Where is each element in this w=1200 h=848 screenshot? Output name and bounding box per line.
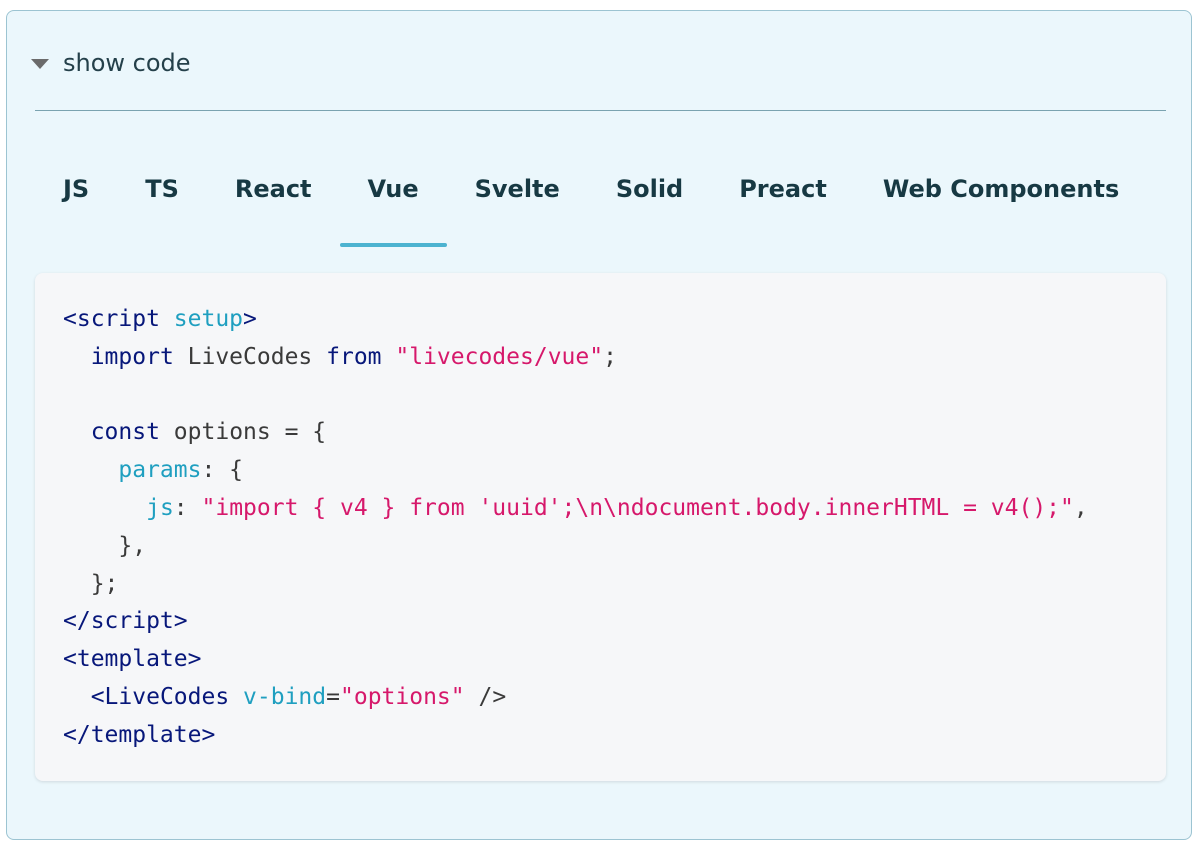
caret-down-icon [31, 59, 49, 69]
code-token: v-bind [243, 683, 327, 710]
code-line: }, [63, 528, 1166, 566]
tab-vue[interactable]: Vue [339, 161, 447, 247]
code-line: <script setup> [63, 301, 1166, 339]
show-code-label: show code [63, 49, 191, 77]
code-token: const [90, 419, 160, 446]
code-line: params: { [63, 452, 1166, 490]
code-token: /> [464, 683, 507, 710]
code-token: setup [173, 306, 244, 332]
code-token: ; [603, 343, 617, 370]
code-token: > [201, 721, 216, 748]
code-block: <script setup> import LiveCodes from "li… [35, 273, 1166, 781]
code-line: const options = { [63, 414, 1166, 452]
code-line: </script> [63, 603, 1166, 641]
code-token: > [187, 646, 202, 673]
code-token: <LiveCodes [90, 683, 230, 710]
code-line: ​ [63, 377, 1166, 415]
code-token: from [326, 343, 382, 370]
code-token: : [173, 494, 202, 521]
tab-js[interactable]: JS [35, 161, 117, 247]
code-token: }, [63, 532, 147, 559]
code-token: js [146, 494, 174, 521]
code-token: }; [63, 570, 119, 597]
code-token: , [1073, 494, 1088, 521]
tab-preact[interactable]: Preact [711, 161, 855, 247]
divider [35, 110, 1166, 111]
code-token: </script [63, 608, 174, 635]
code-line: <template> [63, 641, 1166, 679]
tab-ts[interactable]: TS [117, 161, 207, 247]
tab-solid[interactable]: Solid [588, 161, 711, 247]
code-line: js: "import { v4 } from 'uuid';\n\ndocum… [63, 490, 1166, 528]
code-token: > [173, 608, 188, 635]
code-token: </template [63, 721, 202, 748]
code-token: <script [63, 306, 160, 332]
code-token: "livecodes/vue" [395, 343, 604, 370]
tab-svelte[interactable]: Svelte [447, 161, 588, 247]
code-token: "options" [340, 683, 465, 710]
code-line: }; [63, 566, 1166, 604]
tab-react[interactable]: React [207, 161, 340, 247]
code-token: options = { [159, 419, 327, 446]
code-token: params [118, 457, 202, 484]
code-token: > [243, 306, 257, 332]
code-line: import LiveCodes from "livecodes/vue"; [63, 339, 1166, 377]
code-content: <script setup> import LiveCodes from "li… [63, 301, 1166, 755]
tab-web-components[interactable]: Web Components [855, 161, 1147, 247]
code-token: "import { v4 } from 'uuid';\n\ndocument.… [201, 494, 1074, 521]
code-token: import [90, 343, 174, 370]
show-code-toggle[interactable]: show code [31, 45, 191, 81]
code-line: <LiveCodes v-bind="options" /> [63, 679, 1166, 717]
code-example-panel: show code JS TS React Vue Svelte Solid Preact W… [6, 10, 1192, 840]
code-line: </template> [63, 717, 1166, 755]
code-token: = [326, 683, 340, 710]
code-token: <template [63, 646, 188, 673]
code-token: : { [201, 457, 244, 484]
code-token: LiveCodes [173, 343, 327, 370]
framework-tabs: JS TS React Vue Svelte Solid Preact Web Compone… [35, 161, 1147, 247]
